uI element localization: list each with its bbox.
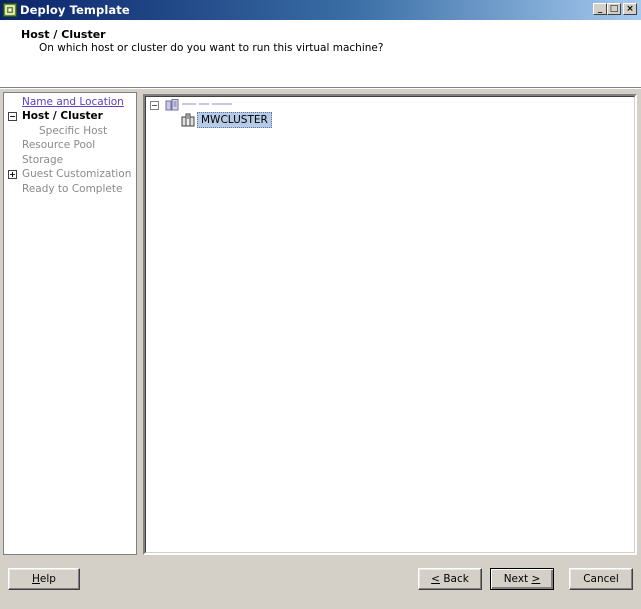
maximize-button[interactable]: □ bbox=[607, 3, 621, 15]
vsphere-app-icon bbox=[3, 3, 17, 17]
help-label: elp bbox=[39, 573, 56, 585]
help-mnemonic: H bbox=[32, 573, 40, 585]
nav-item-storage: Storage bbox=[22, 154, 64, 166]
step-description: On which host or cluster do you want to … bbox=[39, 42, 384, 54]
help-button[interactable]: Help bbox=[8, 568, 80, 590]
wizard-steps-nav: Name and Location − Host / Cluster Speci… bbox=[3, 92, 137, 555]
nav-item-ready-to-complete: Ready to Complete bbox=[22, 183, 123, 195]
nav-item-specific-host: Specific Host bbox=[39, 125, 108, 137]
inventory-tree: − MWCLUSTER bbox=[145, 96, 635, 553]
close-button[interactable]: × bbox=[623, 3, 637, 15]
datacenter-icon[interactable] bbox=[165, 99, 179, 111]
step-title: Host / Cluster bbox=[21, 28, 106, 41]
inventory-tree-panel[interactable]: − MWCLUSTER bbox=[143, 94, 637, 555]
window-title: Deploy Template bbox=[20, 3, 130, 17]
header-divider bbox=[0, 88, 641, 89]
nav-item-resource-pool: Resource Pool bbox=[22, 139, 96, 151]
nav-item-name-and-location[interactable]: Name and Location bbox=[22, 96, 124, 108]
back-label: Back bbox=[443, 573, 469, 585]
maximize-icon: □ bbox=[609, 4, 619, 14]
datacenter-label-redacted[interactable] bbox=[182, 99, 236, 109]
back-mnemonic: < bbox=[431, 573, 440, 585]
cancel-label: Cancel bbox=[583, 573, 619, 585]
back-button[interactable]: < Back bbox=[418, 568, 482, 590]
cluster-icon[interactable] bbox=[181, 113, 195, 127]
minimize-button[interactable]: _ bbox=[593, 3, 607, 15]
close-icon: × bbox=[626, 4, 634, 14]
minimize-icon: _ bbox=[597, 4, 603, 14]
tree-item-mwcluster[interactable]: MWCLUSTER bbox=[197, 112, 272, 128]
collapse-icon[interactable]: − bbox=[8, 112, 17, 121]
nav-item-host-cluster: Host / Cluster bbox=[22, 110, 103, 122]
deploy-template-window: Deploy Template _ □ × Host / Cluster On … bbox=[0, 0, 641, 609]
cancel-button[interactable]: Cancel bbox=[569, 568, 633, 590]
wizard-header: Host / Cluster On which host or cluster … bbox=[0, 20, 641, 88]
next-button[interactable]: Next > bbox=[490, 568, 554, 590]
expand-icon[interactable]: + bbox=[8, 170, 17, 179]
next-mnemonic: > bbox=[531, 573, 541, 585]
redacted-text-icon bbox=[182, 103, 232, 105]
nav-item-guest-customization: Guest Customization bbox=[22, 168, 132, 180]
title-bar[interactable]: Deploy Template _ □ × bbox=[0, 0, 641, 20]
tree-collapse-icon[interactable]: − bbox=[150, 101, 159, 110]
next-label: Next bbox=[503, 573, 532, 585]
